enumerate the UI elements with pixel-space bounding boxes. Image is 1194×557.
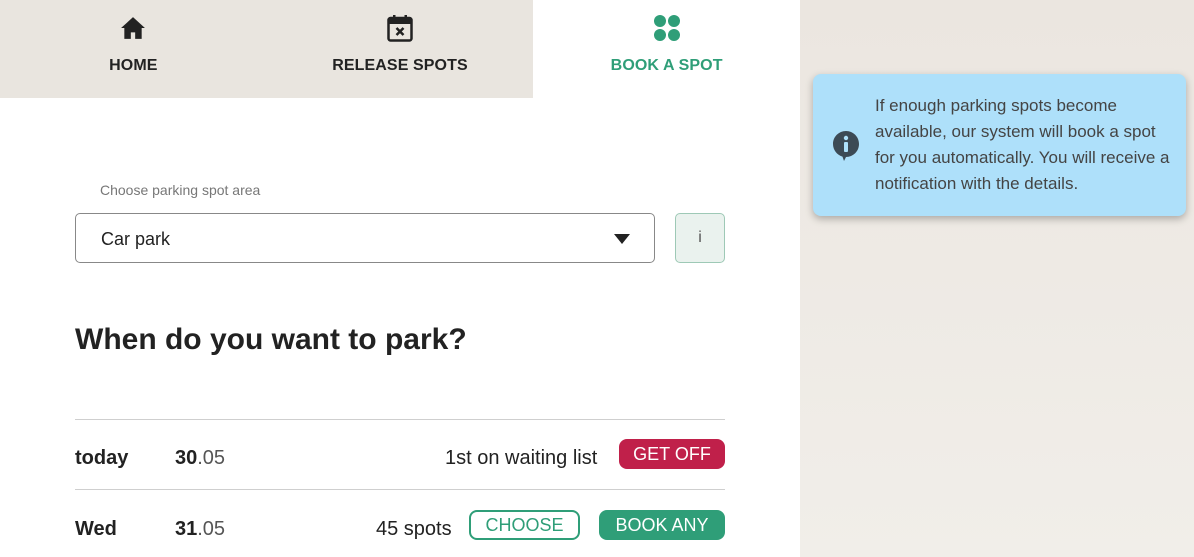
row-day: today [75, 447, 129, 469]
tab-bar: HOME RELEASE SPOTS BOOK A SPOT [0, 0, 800, 98]
tab-book-a-spot[interactable]: BOOK A SPOT [533, 0, 800, 98]
tab-book-a-spot-label: BOOK A SPOT [610, 57, 723, 74]
row-date: 31.05 [175, 518, 225, 541]
row-day: Wed [75, 518, 117, 540]
waiting-list-status: 1st on waiting list [445, 447, 598, 469]
date-row-wed: Wed 31.05 45 spots CHOOSE BOOK ANY [75, 510, 725, 550]
row-date-month: .05 [197, 447, 226, 469]
row-date-day: 30 [175, 447, 198, 469]
dropdown-arrow-icon [614, 234, 630, 244]
area-field-label: Choose parking spot area [100, 182, 261, 198]
info-tooltip: If enough parking spots become available… [813, 74, 1186, 216]
date-row-today: today 30.05 1st on waiting list GET OFF [75, 439, 725, 479]
spots-count: 45 spots [376, 518, 452, 540]
booking-app: HOME RELEASE SPOTS BOOK A SPOT Choose pa… [0, 0, 800, 557]
home-icon [118, 13, 148, 43]
divider [75, 419, 725, 420]
book-any-button[interactable]: BOOK ANY [599, 510, 725, 540]
tooltip-text: If enough parking spots become available… [875, 96, 1170, 193]
info-button[interactable]: i [675, 213, 725, 263]
tab-release-spots[interactable]: RELEASE SPOTS [266, 0, 534, 98]
calendar-x-icon [385, 13, 415, 43]
get-off-button[interactable]: GET OFF [619, 439, 725, 469]
area-select[interactable]: Car park [75, 213, 655, 263]
choose-button[interactable]: CHOOSE [469, 510, 580, 540]
four-dots-icon [652, 13, 682, 43]
row-date-day: 31 [175, 518, 198, 540]
divider [75, 489, 725, 490]
tab-home[interactable]: HOME [0, 0, 267, 98]
page-heading: When do you want to park? [75, 323, 467, 356]
row-date: 30.05 [175, 447, 225, 470]
info-bubble-icon [833, 131, 859, 161]
row-date-month: .05 [197, 518, 226, 540]
tab-release-spots-label: RELEASE SPOTS [332, 57, 468, 74]
area-select-value: Car park [101, 229, 171, 249]
tab-home-label: HOME [109, 57, 158, 74]
